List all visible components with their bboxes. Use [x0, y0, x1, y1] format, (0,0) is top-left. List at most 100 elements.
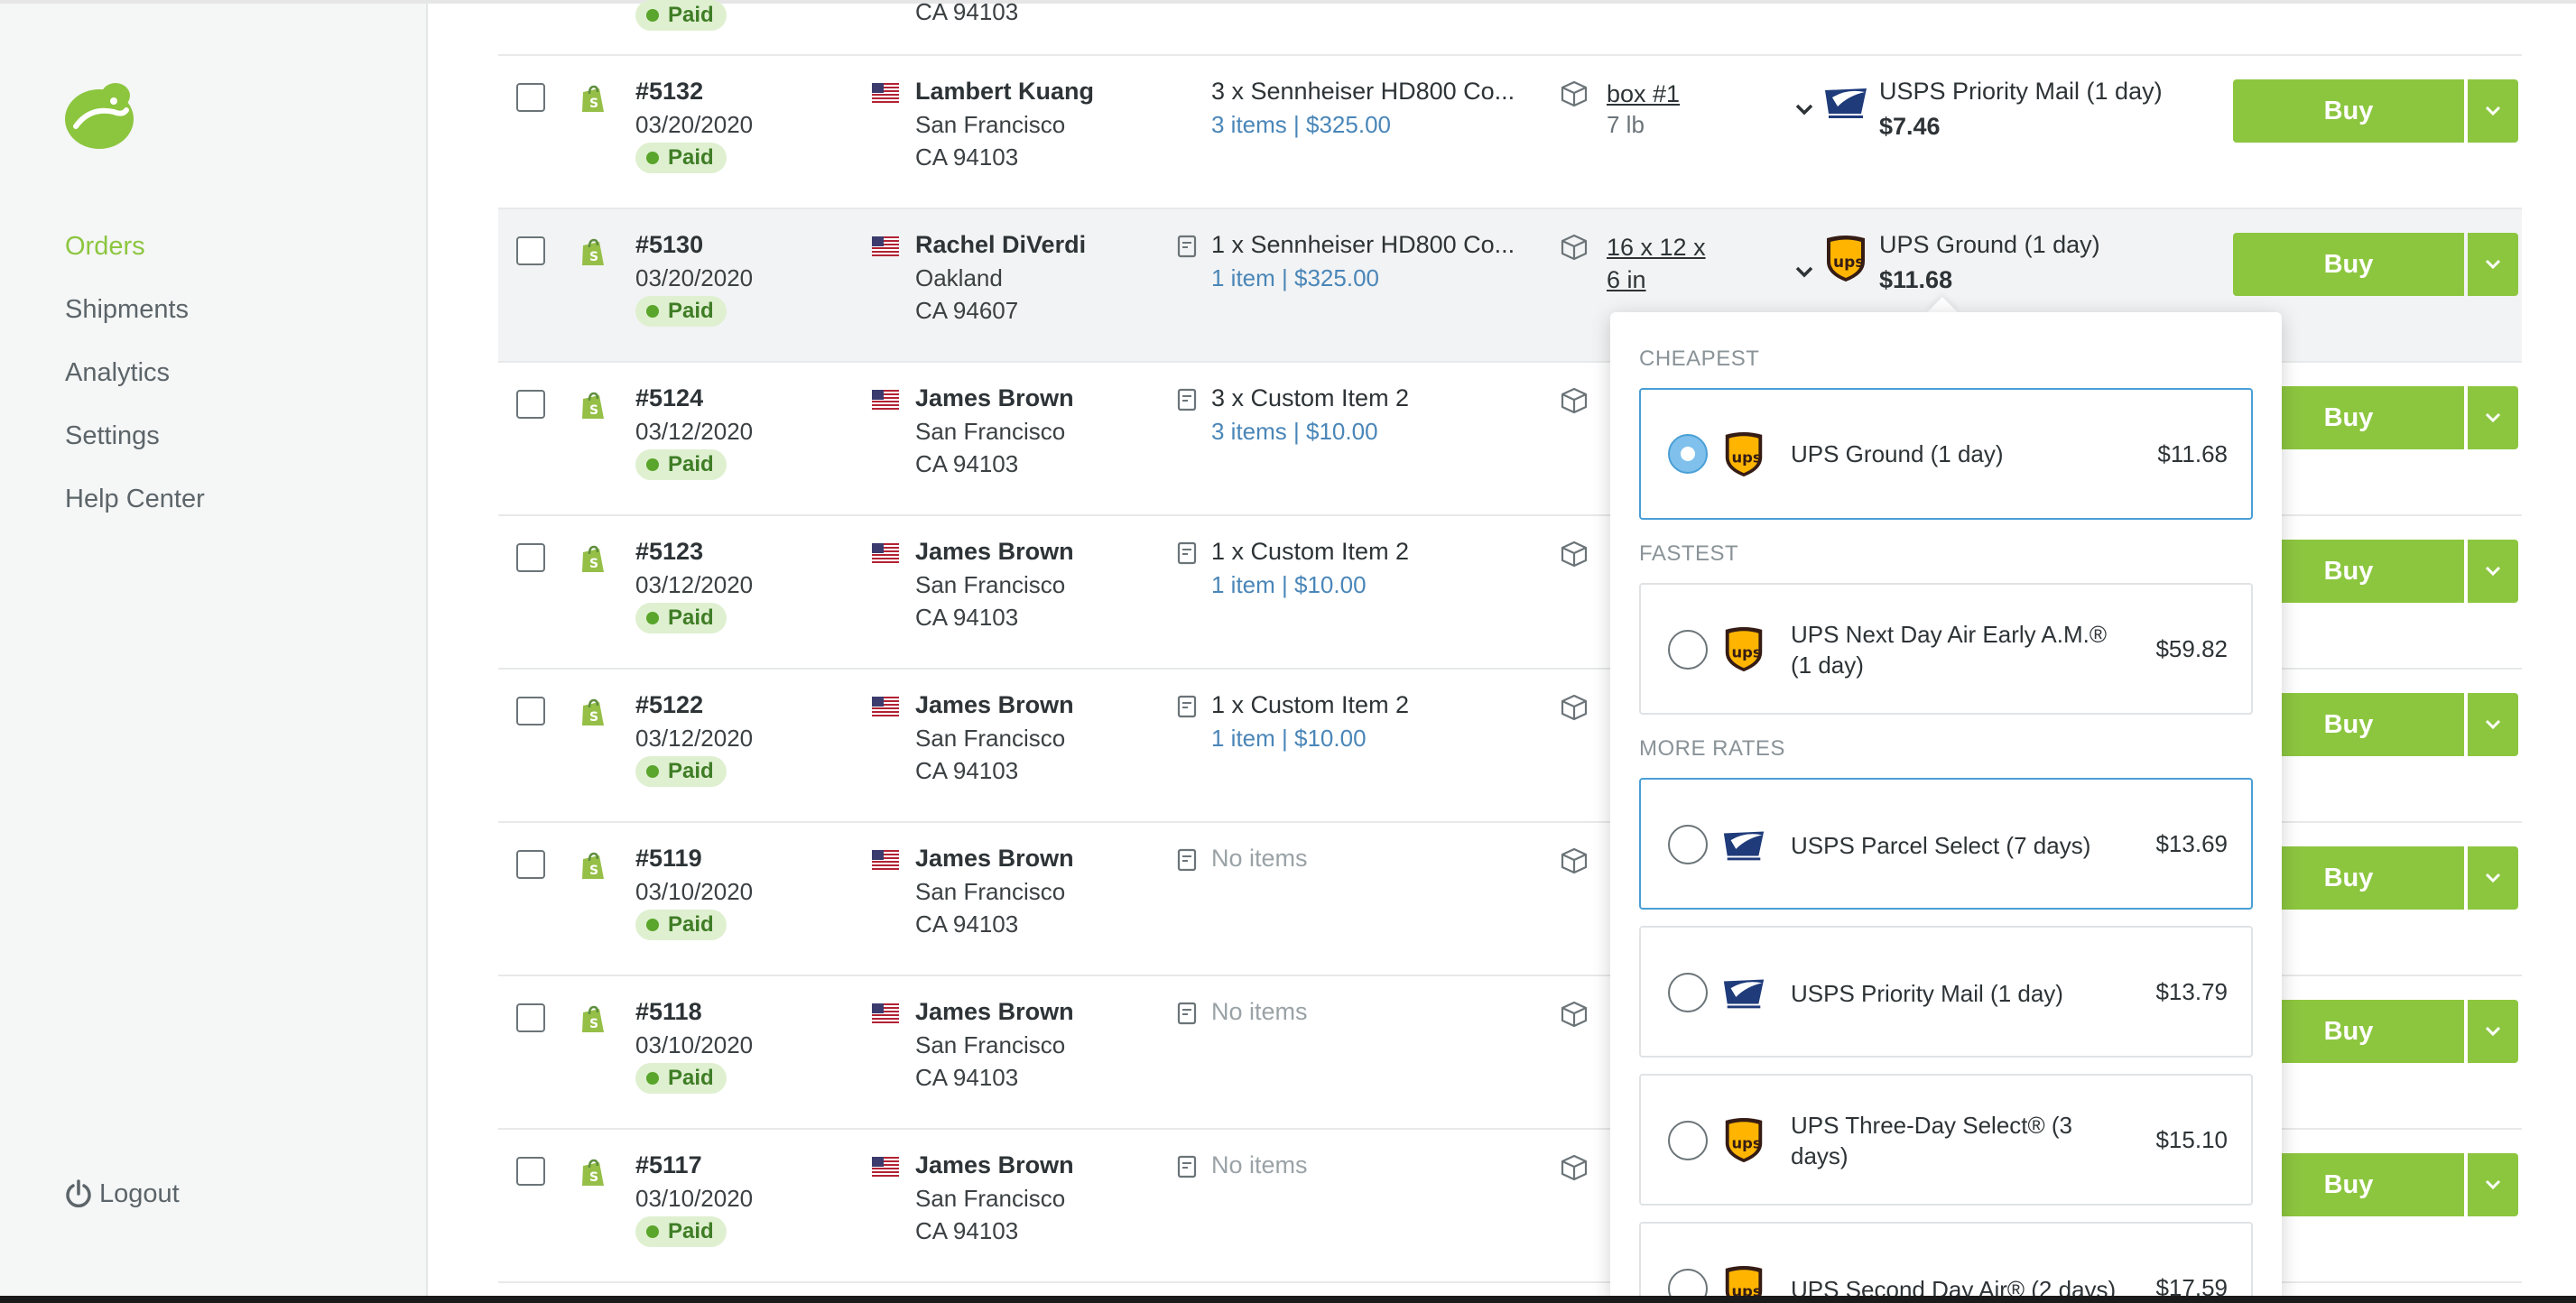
package-icon	[1561, 1001, 1588, 1028]
package-icon	[1561, 387, 1588, 414]
rate-radio[interactable]	[1668, 434, 1708, 474]
document-icon	[1177, 1002, 1197, 1025]
customer-city: San Francisco	[915, 878, 1066, 905]
shopify-icon: S	[582, 545, 604, 572]
table-row: Paid CA 94103	[498, 0, 2522, 56]
rate-service-name: USPS Priority Mail (1 day)	[1791, 980, 2063, 1007]
app-logo-icon[interactable]	[63, 79, 137, 150]
rate-radio[interactable]	[1668, 1269, 1708, 1299]
rate-option[interactable]: ups UPS Second Day Air® (2 days) $17.59	[1639, 1222, 2253, 1299]
customer-zip: CA 94103	[915, 1064, 1019, 1091]
status-badge: Paid	[635, 1063, 727, 1094]
order-number[interactable]: #5119	[635, 845, 702, 873]
buy-button[interactable]: Buy	[2233, 233, 2464, 296]
section-label-cheapest: CHEAPEST	[1639, 347, 1760, 371]
rate-option[interactable]: USPS Priority Mail (1 day) $13.79	[1639, 926, 2253, 1058]
bottom-scrollbar[interactable]	[0, 1296, 2576, 1303]
nav-settings[interactable]: Settings	[65, 404, 205, 467]
document-icon	[1177, 695, 1197, 718]
document-icon	[1177, 1155, 1197, 1178]
buy-options-button[interactable]	[2468, 846, 2518, 910]
chevron-down-icon	[2485, 719, 2501, 730]
rate-radio[interactable]	[1668, 1121, 1708, 1160]
logout-button[interactable]: Logout	[63, 1178, 180, 1209]
row-checkbox[interactable]	[516, 697, 545, 725]
shopify-icon: S	[582, 238, 604, 265]
nav-shipments[interactable]: Shipments	[65, 278, 205, 341]
order-date: 03/12/2020	[635, 571, 754, 598]
order-number[interactable]: #5118	[635, 998, 702, 1026]
package-name[interactable]: 16 x 12 x 6 in	[1607, 231, 1715, 296]
package-icon	[1561, 1154, 1588, 1181]
item-summary: No items	[1211, 1151, 1308, 1178]
buy-options-button[interactable]	[2468, 693, 2518, 756]
section-label-more-rates: MORE RATES	[1639, 736, 1785, 761]
document-icon	[1177, 235, 1197, 258]
package-name[interactable]: box #1	[1607, 78, 1680, 110]
rate-price: $11.68	[2157, 440, 2228, 467]
shopify-icon: S	[582, 1159, 604, 1186]
rate-option[interactable]: ups UPS Three-Day Select® (3 days) $15.1…	[1639, 1074, 2253, 1206]
nav-orders[interactable]: Orders	[65, 215, 205, 278]
row-checkbox[interactable]	[516, 850, 545, 879]
row-checkbox[interactable]	[516, 83, 545, 112]
order-number[interactable]: #5130	[635, 231, 703, 259]
svg-text:ups: ups	[1732, 644, 1762, 661]
rate-option[interactable]: USPS Parcel Select (7 days) $13.69	[1639, 778, 2253, 910]
order-number[interactable]: #5124	[635, 384, 703, 412]
package-icon	[1561, 847, 1588, 874]
svg-text:ups: ups	[1732, 449, 1762, 467]
item-summary: 1 x Sennheiser HD800 Co...	[1211, 231, 1515, 258]
row-checkbox[interactable]	[516, 543, 545, 572]
row-checkbox[interactable]	[516, 390, 545, 419]
rate-radio[interactable]	[1668, 973, 1708, 1012]
chevron-down-icon[interactable]	[1794, 103, 1814, 116]
svg-text:S: S	[589, 97, 598, 111]
nav-analytics[interactable]: Analytics	[65, 341, 205, 404]
document-icon	[1177, 388, 1197, 411]
item-summary: 3 x Custom Item 2	[1211, 384, 1410, 411]
shopify-icon: S	[582, 85, 604, 112]
power-icon	[66, 1179, 91, 1208]
order-number[interactable]: #5132	[635, 78, 703, 106]
row-checkbox[interactable]	[516, 1157, 545, 1186]
customer-city: San Francisco	[915, 418, 1066, 445]
nav-help-center[interactable]: Help Center	[65, 467, 205, 531]
table-row[interactable]: S #5132 03/20/2020 Paid Lambert Kuang Sa…	[498, 56, 2522, 209]
status-badge: Paid	[635, 0, 727, 31]
package-icon	[1561, 234, 1588, 261]
rate-radio[interactable]	[1668, 825, 1708, 864]
order-date: 03/10/2020	[635, 1185, 754, 1212]
chevron-down-icon	[2485, 412, 2501, 423]
usps-logo-icon	[1721, 829, 1766, 861]
order-number[interactable]: #5123	[635, 538, 703, 566]
buy-button[interactable]: Buy	[2233, 79, 2464, 143]
rate-option[interactable]: ups UPS Next Day Air Early A.M.® (1 day)…	[1639, 583, 2253, 715]
customer-zip: CA 94103	[915, 143, 1019, 171]
order-date: 03/20/2020	[635, 111, 754, 138]
rate-option[interactable]: ups UPS Ground (1 day) $11.68	[1639, 388, 2253, 520]
buy-options-button[interactable]	[2468, 233, 2518, 296]
customer-zip: CA 94103	[915, 450, 1019, 477]
package-weight: 7 lb	[1607, 111, 1645, 138]
order-date: 03/12/2020	[635, 725, 754, 752]
row-checkbox[interactable]	[516, 236, 545, 265]
chevron-down-icon[interactable]	[1794, 265, 1814, 278]
us-flag-icon	[872, 83, 899, 103]
chevron-down-icon	[2485, 1179, 2501, 1190]
order-number[interactable]: #5122	[635, 691, 703, 719]
buy-options-button[interactable]	[2468, 386, 2518, 449]
row-checkbox[interactable]	[516, 1003, 545, 1032]
order-number[interactable]: #5117	[635, 1151, 702, 1179]
buy-options-button[interactable]	[2468, 540, 2518, 603]
ups-logo-icon: ups	[1725, 626, 1763, 672]
shopify-icon: S	[582, 698, 604, 725]
usps-logo-icon	[1721, 977, 1766, 1009]
customer-city: San Francisco	[915, 571, 1066, 598]
buy-options-button[interactable]	[2468, 1000, 2518, 1063]
ups-logo-icon: ups	[1827, 236, 1865, 282]
buy-options-button[interactable]	[2468, 79, 2518, 143]
rate-price: $15.10	[2155, 1126, 2228, 1153]
rate-radio[interactable]	[1668, 630, 1708, 670]
buy-options-button[interactable]	[2468, 1153, 2518, 1216]
